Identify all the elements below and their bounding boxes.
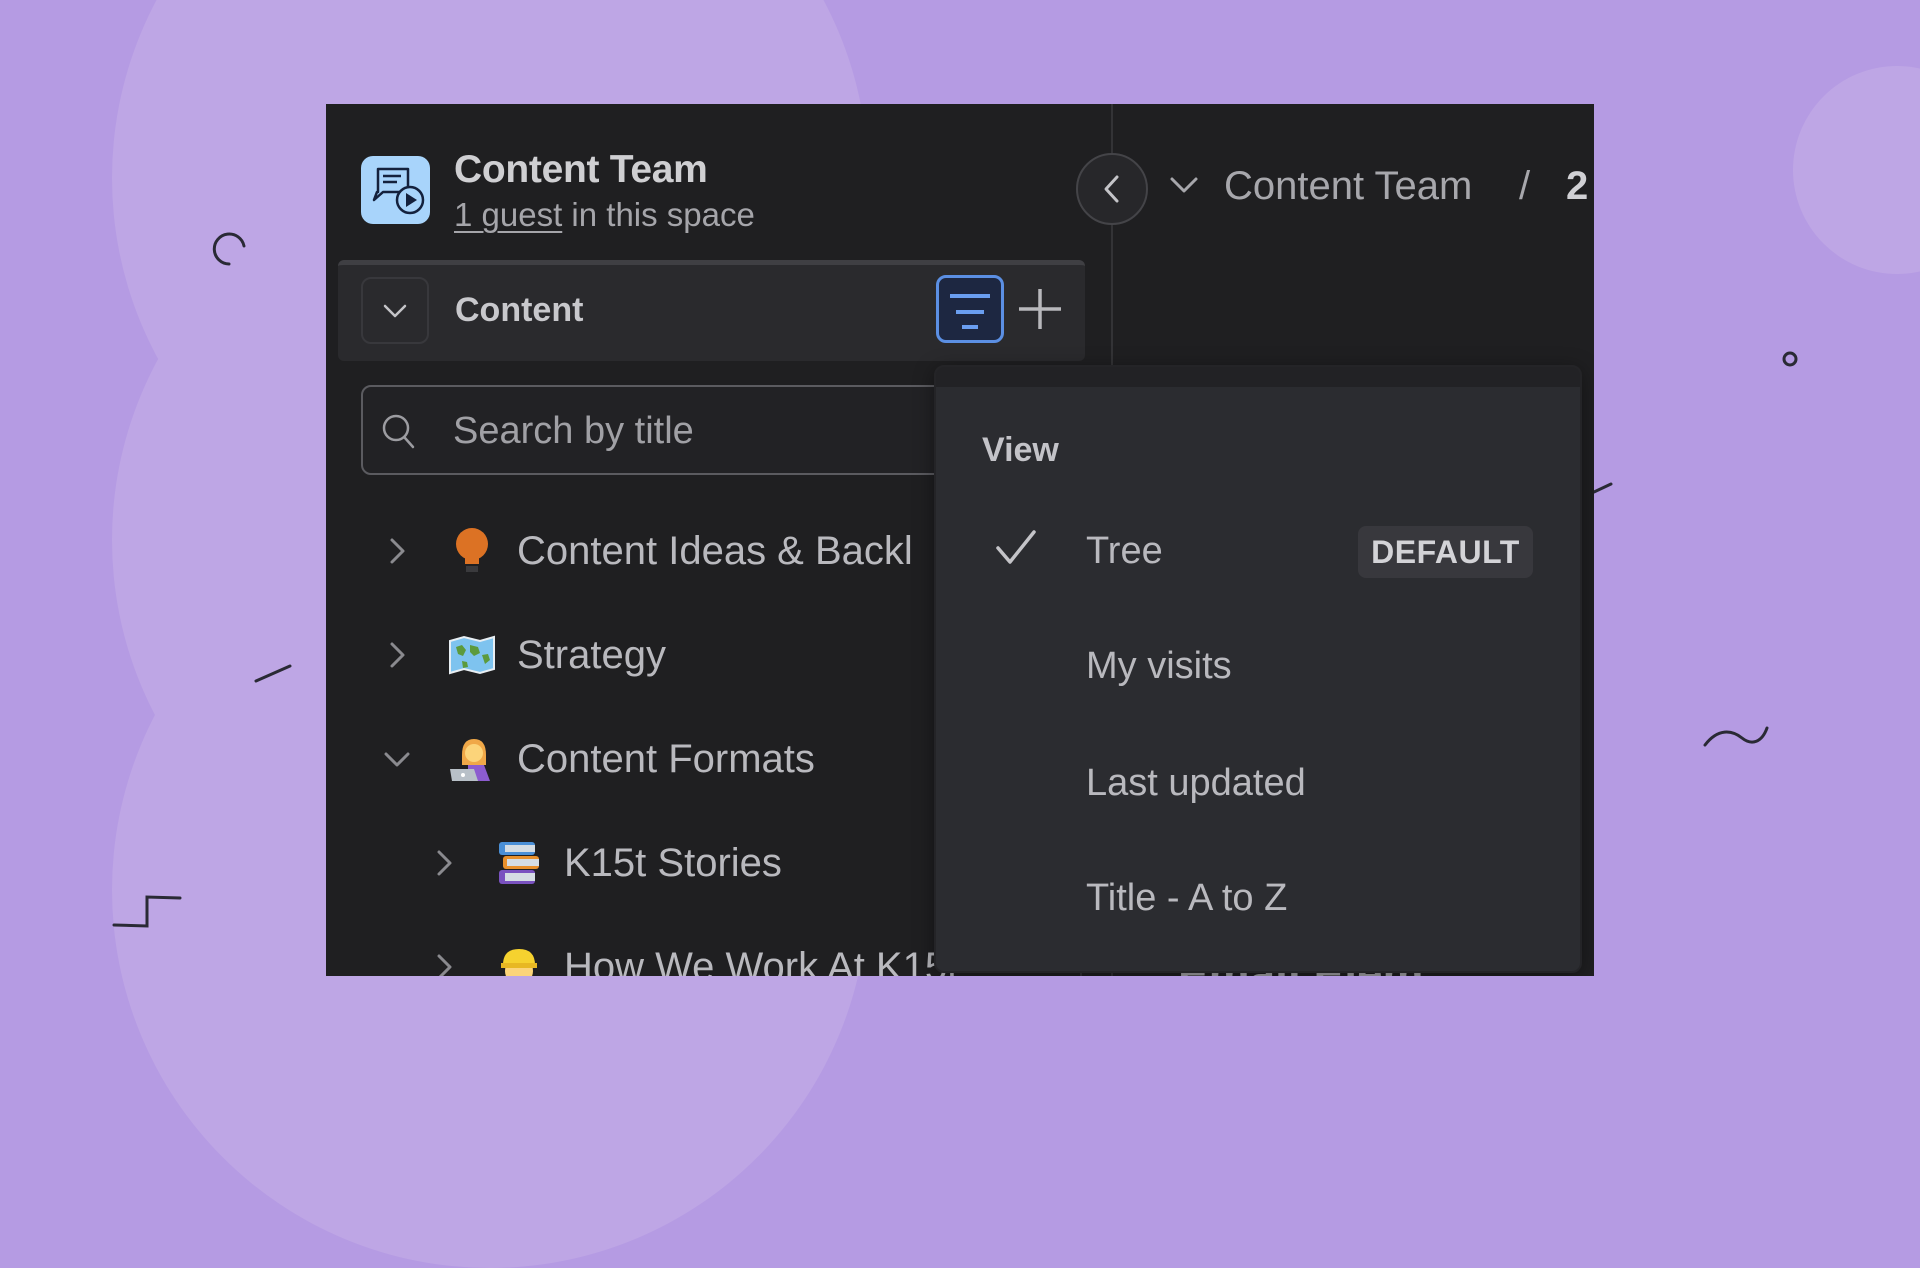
menu-item-tree[interactable]: Tree DEFAULT <box>936 502 1580 602</box>
tree-item[interactable]: K15t Stories <box>424 823 782 903</box>
tree-item[interactable]: How We Work At K15t <box>424 927 958 976</box>
space-logo[interactable] <box>361 156 430 224</box>
chevron-down-icon <box>1170 177 1198 193</box>
checkmark-icon <box>996 530 1036 564</box>
step-doodle <box>112 895 182 928</box>
space-guest-info: 1 guest in this space <box>454 196 755 234</box>
collapse-sidebar-button[interactable] <box>1076 153 1148 225</box>
books-icon <box>494 838 544 888</box>
add-content-button[interactable] <box>1014 281 1066 337</box>
default-badge: DEFAULT <box>1358 526 1533 578</box>
search-input[interactable] <box>451 401 995 461</box>
plus-icon <box>1019 289 1061 329</box>
slash-doodle <box>1592 482 1613 494</box>
arc-doodle <box>212 232 246 266</box>
menu-item-label: Title - A to Z <box>1086 877 1288 919</box>
tree-item[interactable]: Content Ideas & Backl <box>377 511 913 591</box>
menu-header-strip <box>936 367 1580 387</box>
woman-technologist-icon <box>447 734 497 784</box>
menu-item-title-a-to-z[interactable]: Title - A to Z <box>936 849 1580 949</box>
filter-line <box>950 294 990 298</box>
guest-suffix: in this space <box>562 196 755 233</box>
lightbulb-icon <box>447 526 497 576</box>
breadcrumb-page[interactable]: 2 <box>1566 164 1588 209</box>
tree-item[interactable]: Strategy <box>377 615 666 695</box>
world-map-icon <box>447 630 497 680</box>
menu-item-last-updated[interactable]: Last updated <box>936 734 1580 834</box>
tree-item-label: K15t Stories <box>564 840 782 885</box>
tree-item[interactable]: Content Formats <box>377 719 815 799</box>
chevron-right-icon[interactable] <box>424 947 464 976</box>
menu-item-my-visits[interactable]: My visits <box>936 617 1580 717</box>
guest-link[interactable]: 1 guest <box>454 196 562 233</box>
app-window: Content Team 1 guest in this space Conte… <box>326 104 1594 976</box>
collapse-content-button[interactable] <box>361 277 429 344</box>
filter-line <box>962 325 978 329</box>
tree-item-label: Strategy <box>517 632 666 677</box>
menu-item-label: Last updated <box>1086 762 1306 804</box>
chat-video-icon <box>372 167 425 215</box>
slash-doodle <box>254 664 292 683</box>
search-field <box>361 385 1001 475</box>
chevron-left-icon <box>1104 175 1119 203</box>
chevron-right-icon[interactable] <box>424 843 464 883</box>
breadcrumb-space[interactable]: Content Team <box>1224 164 1472 209</box>
chevron-down-icon <box>383 304 407 317</box>
search-icon <box>382 414 415 449</box>
breadcrumb-dropdown[interactable] <box>1168 174 1200 201</box>
tilde-doodle <box>1703 726 1769 747</box>
space-title: Content Team <box>454 148 708 191</box>
menu-item-label: Tree <box>1086 530 1163 572</box>
view-options-menu: View Tree DEFAULT My visits Last updated… <box>934 365 1582 973</box>
content-section-header: Content <box>338 260 1085 361</box>
chevron-down-icon[interactable] <box>377 739 417 779</box>
filter-line <box>956 310 984 314</box>
breadcrumb-separator: / <box>1519 164 1531 208</box>
ring-doodle <box>1782 351 1798 367</box>
chevron-right-icon[interactable] <box>377 635 417 675</box>
view-options-button[interactable] <box>936 275 1004 343</box>
construction-worker-icon <box>494 942 544 976</box>
menu-section-title: View <box>982 431 1059 469</box>
chevron-right-icon[interactable] <box>377 531 417 571</box>
tree-item-label: Content Ideas & Backl <box>517 528 913 573</box>
tree-item-label: Content Formats <box>517 736 815 781</box>
content-section-label: Content <box>455 291 584 329</box>
menu-item-label: My visits <box>1086 645 1232 687</box>
tree-item-label: How We Work At K15t <box>564 944 959 977</box>
